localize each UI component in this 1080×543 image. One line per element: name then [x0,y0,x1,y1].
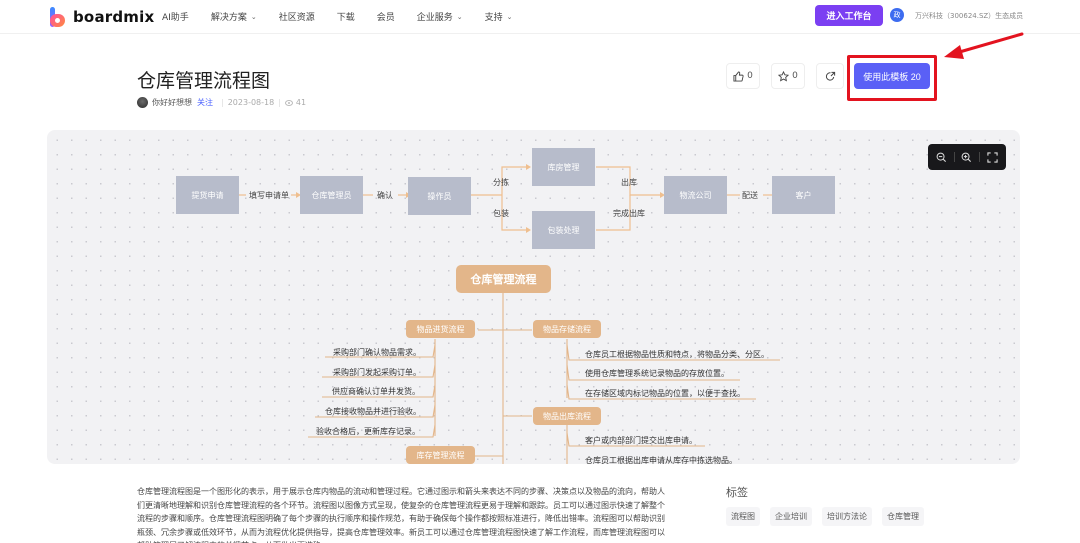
mindmap-leaf[interactable]: 仓库接收物品并进行验收。 [325,406,421,417]
flow-edge-label: 包装 [493,209,509,218]
tags-heading: 标签 [726,486,748,499]
divider [979,152,981,162]
mindmap-branch[interactable]: 物品出库流程 [533,407,601,425]
flow-edge-label: 填写申请单 [249,191,289,200]
mindmap-leaf[interactable]: 采购部门确认物品需求。 [333,347,421,358]
mindmap-branch[interactable]: 物品存储流程 [533,320,601,338]
flow-node[interactable]: 仓库管理员 [300,176,363,214]
canvas-zoom-toolbar [928,144,1006,170]
mindmap-branch[interactable]: 物品进货流程 [406,320,475,338]
mindmap-leaf[interactable]: 采购部门发起采购订单。 [333,367,421,378]
mindmap-leaf[interactable]: 在存储区域内标记物品的位置，以便于查找。 [585,388,745,399]
flow-node[interactable]: 物流公司 [664,176,727,214]
mindmap-leaf[interactable]: 验收合格后，更新库存记录。 [316,426,420,437]
tag-item[interactable]: 仓库管理 [882,507,924,526]
template-description: 仓库管理流程图是一个图形化的表示，用于展示仓库内物品的流动和管理过程。它通过图示… [137,487,665,543]
flow-edge-label: 出库 [621,178,637,187]
tag-list: 流程图 企业培训 培训方法论 仓库管理 [726,507,934,526]
tag-item[interactable]: 企业培训 [770,507,812,526]
fullscreen-icon[interactable] [985,150,999,164]
mindmap-leaf[interactable]: 仓库员工根据出库申请从库存中拣选物品。 [585,455,737,466]
flow-node[interactable]: 操作员 [408,177,471,215]
flow-edge-label: 确认 [377,191,393,200]
mindmap-leaf[interactable]: 仓库员工根据物品性质和特点，将物品分类、分区。 [585,349,769,360]
tag-item[interactable]: 培训方法论 [822,507,872,526]
tag-item[interactable]: 流程图 [726,507,760,526]
mindmap-root[interactable]: 仓库管理流程 [456,265,551,293]
mindmap-branch[interactable]: 库存管理流程 [406,446,475,464]
flow-edge-label: 分拣 [493,178,509,187]
mindmap-leaf[interactable]: 使用仓库管理系统记录物品的存放位置。 [585,368,729,379]
zoom-in-icon[interactable] [960,150,974,164]
zoom-out-icon[interactable] [935,150,949,164]
flow-edge-label: 完成出库 [613,209,645,218]
flow-edge-label: 配送 [742,191,758,200]
flow-node[interactable]: 提货申请 [176,176,239,214]
flow-node[interactable]: 包装处理 [532,211,595,249]
flow-node[interactable]: 客户 [772,176,835,214]
mindmap-leaf[interactable]: 供应商确认订单并发货。 [332,386,420,397]
mindmap-leaf[interactable]: 客户或内部部门提交出库申请。 [585,435,697,446]
flow-node[interactable]: 库房管理 [532,148,595,186]
divider [953,152,955,162]
